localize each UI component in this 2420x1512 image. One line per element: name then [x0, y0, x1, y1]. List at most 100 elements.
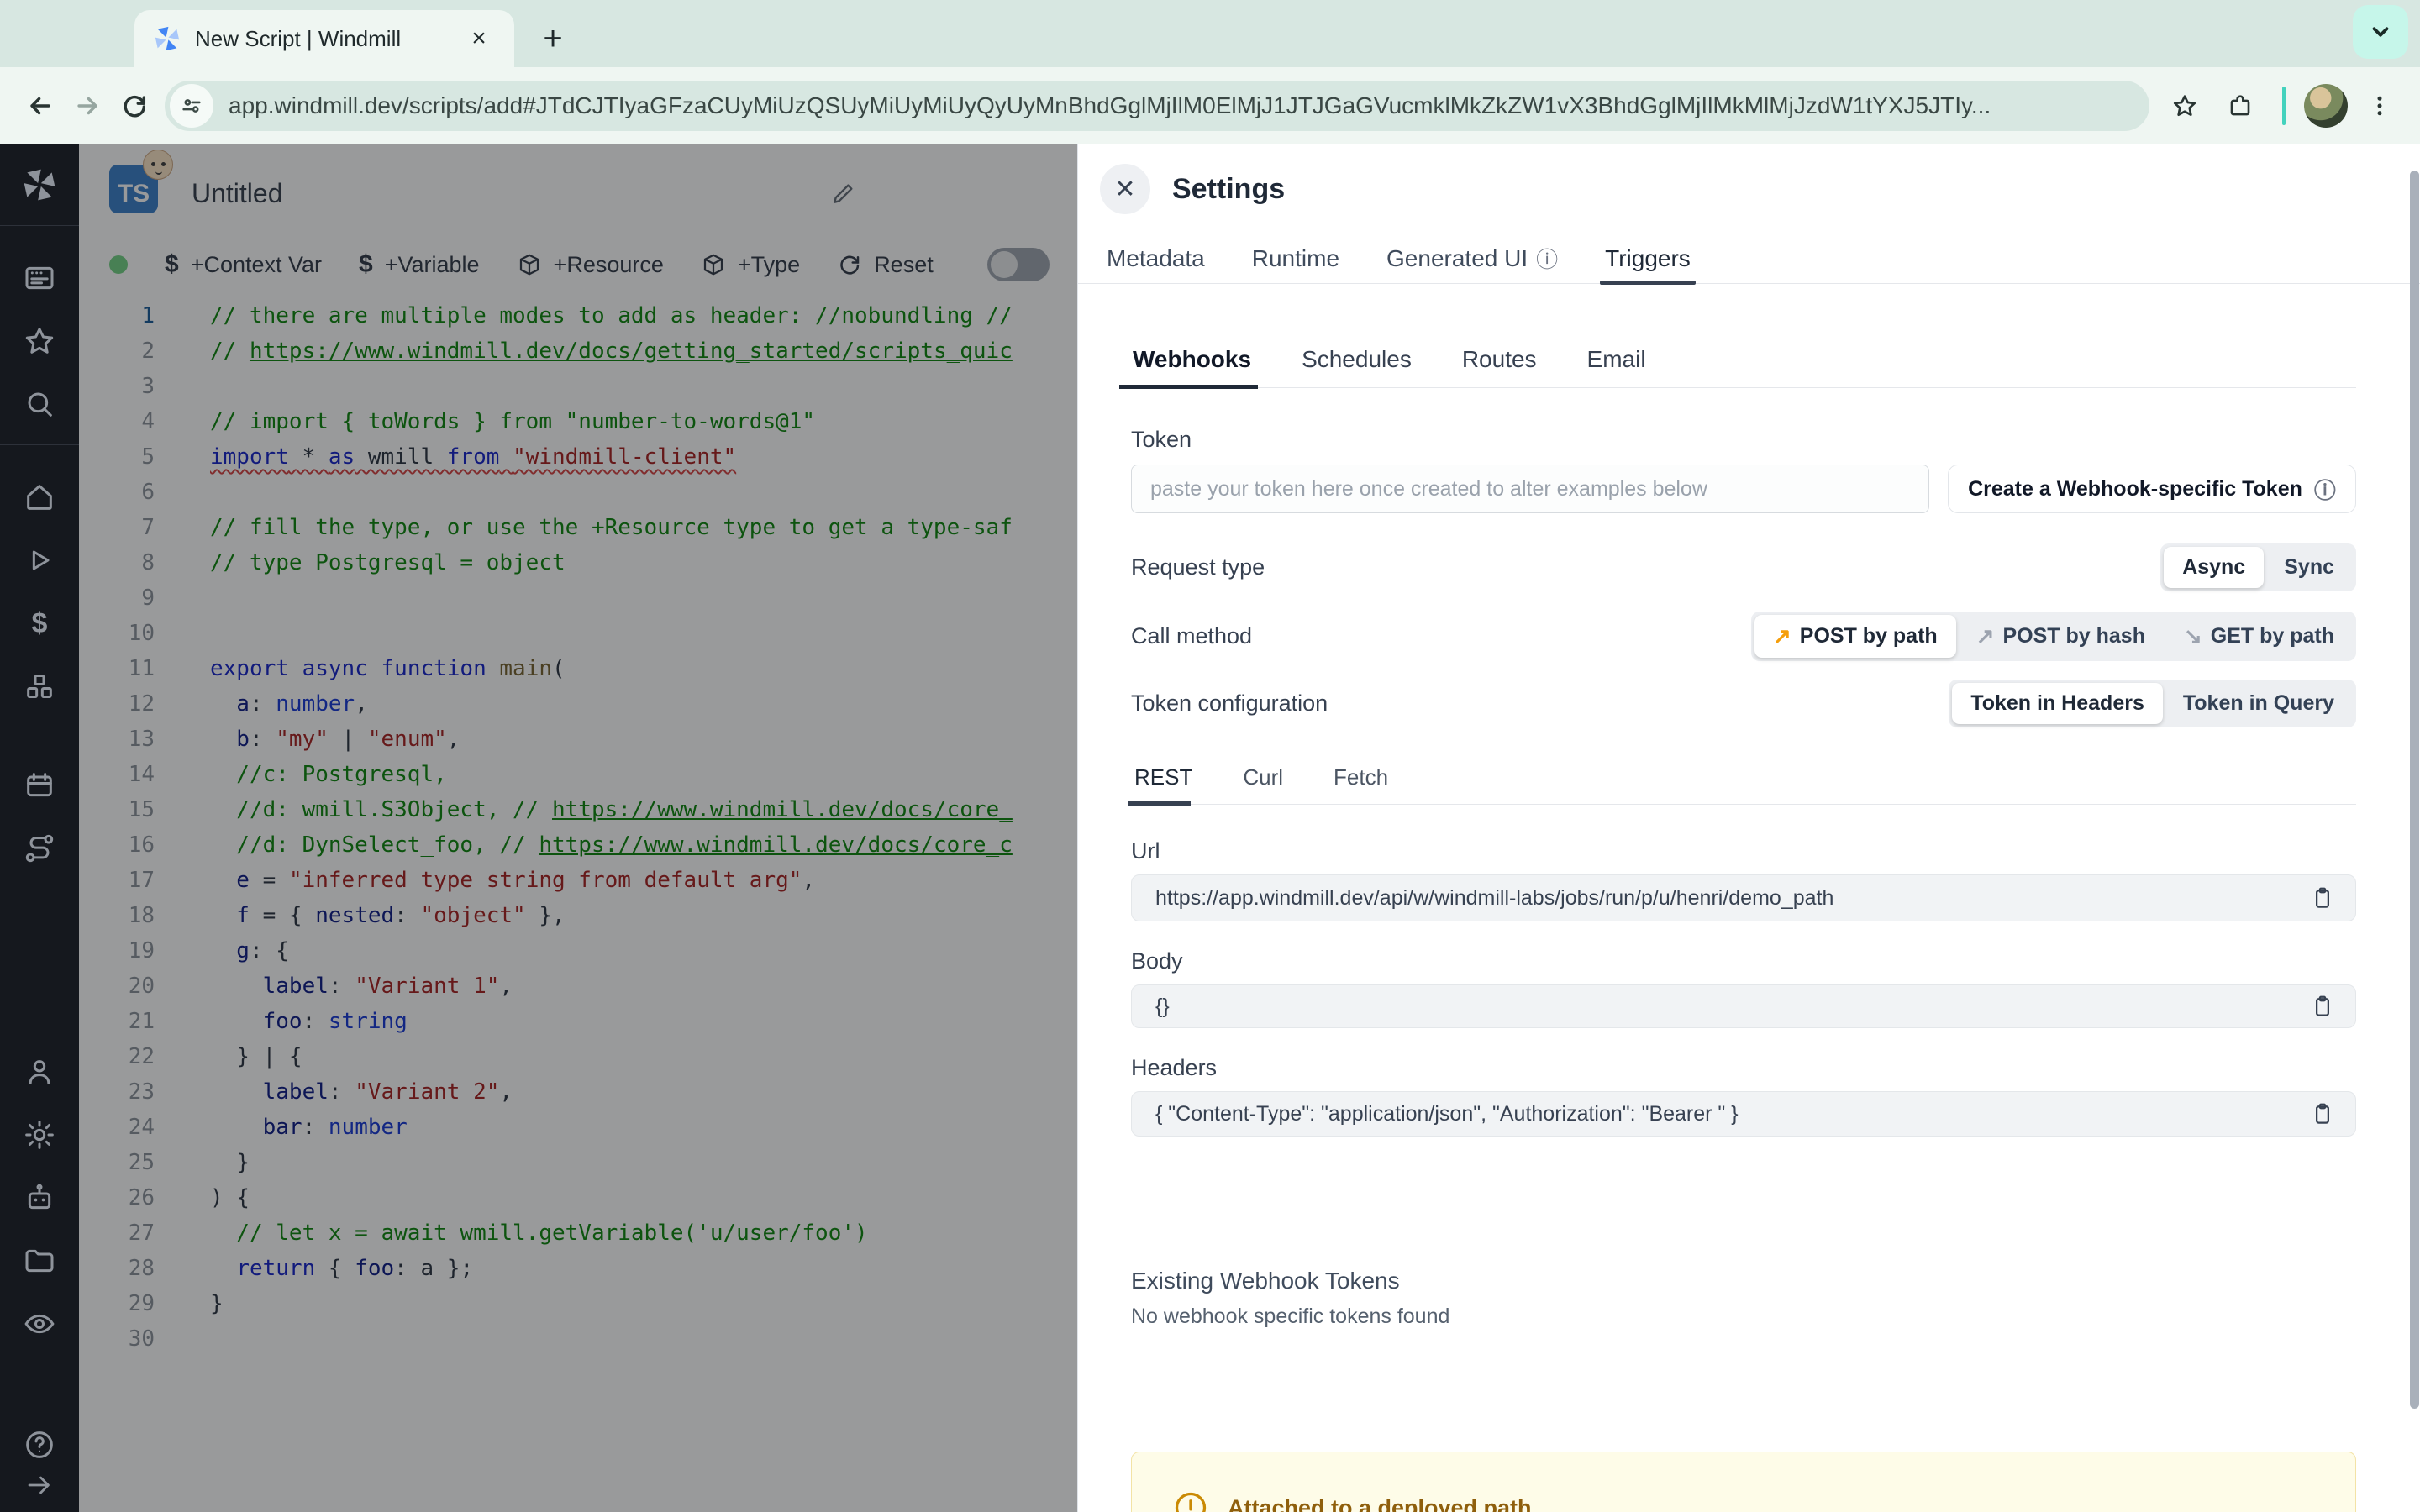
body-label: Body: [1131, 948, 1183, 974]
copy-icon[interactable]: [2310, 994, 2335, 1019]
copy-icon[interactable]: [2310, 885, 2335, 911]
chrome-actions: [2161, 82, 2403, 129]
sidebar-item-folders[interactable]: [21, 1242, 58, 1279]
tab-routes[interactable]: Routes: [1460, 346, 1539, 387]
tab-triggers[interactable]: Triggers: [1600, 234, 1696, 285]
tab-generated-ui[interactable]: Generated UI ⓘ: [1381, 234, 1563, 283]
settings-panel: ✕ Settings Metadata Runtime Generated UI ⓘ T…: [1077, 144, 2420, 1512]
sidebar-item-variables[interactable]: $: [21, 605, 58, 642]
tab-search-button[interactable]: [2353, 5, 2408, 59]
tab-close-icon[interactable]: ×: [462, 22, 496, 55]
warning-title: Attached to a deployed path: [1228, 1494, 1532, 1512]
sidebar-item-search[interactable]: [21, 386, 58, 423]
tab-email[interactable]: Email: [1586, 346, 1648, 387]
windmill-logo-icon[interactable]: [21, 166, 58, 203]
token-input[interactable]: [1131, 465, 1929, 513]
url-field[interactable]: https://app.windmill.dev/api/w/windmill-…: [1131, 874, 2356, 921]
headers-field[interactable]: { "Content-Type": "application/json", "A…: [1131, 1091, 2356, 1137]
tab-rest[interactable]: REST: [1127, 764, 1196, 806]
reload-icon[interactable]: [111, 82, 158, 129]
back-icon[interactable]: [17, 82, 64, 129]
arrow-up-right-icon: ↗: [1975, 623, 1995, 648]
tab-fetch[interactable]: Fetch: [1330, 764, 1392, 804]
site-settings-icon[interactable]: [170, 84, 213, 128]
sidebar-expand-icon[interactable]: [21, 1467, 58, 1504]
sidebar-item-routes[interactable]: [21, 830, 58, 867]
profile-separator: [2282, 87, 2286, 125]
settings-tabs: Metadata Runtime Generated UI ⓘ Triggers: [1078, 234, 2420, 285]
sidebar-item-runs[interactable]: [21, 542, 58, 579]
option-sync[interactable]: Sync: [2265, 547, 2353, 588]
trigger-tabs: Webhooks Schedules Routes Email: [1118, 346, 2356, 389]
sidebar-item-settings[interactable]: [21, 1116, 58, 1153]
sidebar-item-resources[interactable]: [21, 668, 58, 705]
browser-navbar: app.windmill.dev/scripts/add#JTdCJTIyaGF…: [0, 67, 2420, 144]
tab-schedules[interactable]: Schedules: [1300, 346, 1413, 387]
call-method-toggle: ↗ POST by path ↗ POST by hash ↘ GET by path: [1750, 612, 2356, 661]
copy-icon[interactable]: [2310, 1101, 2335, 1126]
arrow-up-right-icon: ↗: [1772, 623, 1791, 648]
browser-chrome: New Script | Windmill × + app.windmill.d…: [0, 0, 2420, 144]
existing-tokens-title: Existing Webhook Tokens: [1131, 1268, 1400, 1294]
new-tab-button[interactable]: +: [529, 15, 576, 62]
windmill-favicon-icon: [153, 24, 182, 53]
option-token-in-query[interactable]: Token in Query: [2165, 683, 2353, 724]
request-type-toggle: Async Sync: [2160, 543, 2356, 591]
request-type-label: Request type: [1131, 554, 1265, 580]
token-config-toggle: Token in Headers Token in Query: [1949, 680, 2356, 727]
token-config-label: Token configuration: [1131, 690, 1328, 716]
option-post-by-hash[interactable]: ↗ POST by hash: [1958, 615, 2164, 658]
info-icon: ⓘ: [2313, 477, 2336, 503]
profile-avatar[interactable]: [2304, 84, 2348, 128]
sidebar-item-favorites[interactable]: [21, 323, 58, 360]
settings-body: Webhooks Schedules Routes Email Token Creat…: [1078, 346, 2420, 1512]
forward-icon[interactable]: [64, 82, 111, 129]
chevron-down-icon: [2368, 19, 2393, 45]
option-get-by-path[interactable]: ↘ GET by path: [2165, 615, 2353, 658]
token-label: Token: [1131, 427, 1192, 452]
example-tabs: REST Curl Fetch: [1127, 764, 2356, 806]
settings-title: Settings: [1172, 172, 1286, 205]
tab-title: New Script | Windmill: [195, 25, 402, 51]
option-post-by-path[interactable]: ↗ POST by path: [1754, 615, 1956, 658]
sidebar-item-schedules[interactable]: [21, 767, 58, 804]
url-bar[interactable]: app.windmill.dev/scripts/add#JTdCJTIyaGF…: [165, 81, 2149, 131]
sidebar-item-help[interactable]: [21, 1426, 58, 1463]
bookmark-star-icon[interactable]: [2161, 82, 2208, 129]
tab-metadata[interactable]: Metadata: [1102, 234, 1210, 283]
sidebar-divider: [0, 225, 79, 226]
sidebar-item-audit-logs[interactable]: [21, 1305, 58, 1342]
deployed-path-warning: Attached to a deployed path The webhooks…: [1131, 1452, 2356, 1512]
option-token-in-headers[interactable]: Token in Headers: [1952, 683, 2163, 724]
url-text: app.windmill.dev/scripts/add#JTdCJTIyaGF…: [229, 92, 1991, 118]
body-field[interactable]: {}: [1131, 984, 2356, 1028]
browser-tab[interactable]: New Script | Windmill ×: [134, 10, 514, 67]
settings-header: ✕ Settings: [1078, 144, 2420, 234]
url-value: https://app.windmill.dev/api/w/windmill-…: [1155, 885, 1834, 910]
create-webhook-token-button[interactable]: Create a Webhook-specific Token ⓘ: [1948, 465, 2356, 513]
sidebar-divider: [0, 444, 79, 445]
alert-circle-icon: [1172, 1489, 1209, 1512]
tab-strip: New Script | Windmill × +: [0, 0, 2420, 67]
arrow-down-right-icon: ↘: [2183, 623, 2202, 648]
call-method-label: Call method: [1131, 623, 1253, 648]
panel-scrollbar[interactable]: [2410, 171, 2419, 1409]
sidebar-item-workers[interactable]: [21, 1179, 58, 1216]
drawer-backdrop[interactable]: [79, 144, 1077, 1512]
body-value: {}: [1155, 994, 1170, 1018]
headers-value: { "Content-Type": "application/json", "A…: [1155, 1101, 1739, 1126]
tab-webhooks[interactable]: Webhooks: [1118, 346, 1259, 389]
extensions-icon[interactable]: [2217, 82, 2264, 129]
close-icon[interactable]: ✕: [1100, 164, 1150, 214]
sidebar-item-workspace[interactable]: [21, 260, 58, 297]
sidebar-item-users[interactable]: [21, 1053, 58, 1090]
menu-dots-icon[interactable]: [2356, 82, 2403, 129]
tab-curl[interactable]: Curl: [1239, 764, 1286, 804]
option-async[interactable]: Async: [2164, 547, 2265, 588]
headers-label: Headers: [1131, 1055, 1218, 1080]
editor-region: TS Untitled $ +Context Var $ +Variable +…: [79, 144, 1077, 1512]
tab-runtime[interactable]: Runtime: [1247, 234, 1344, 283]
sidebar-item-home[interactable]: [21, 479, 58, 516]
app-sidebar: $: [0, 144, 79, 1512]
url-label: Url: [1131, 838, 1160, 864]
